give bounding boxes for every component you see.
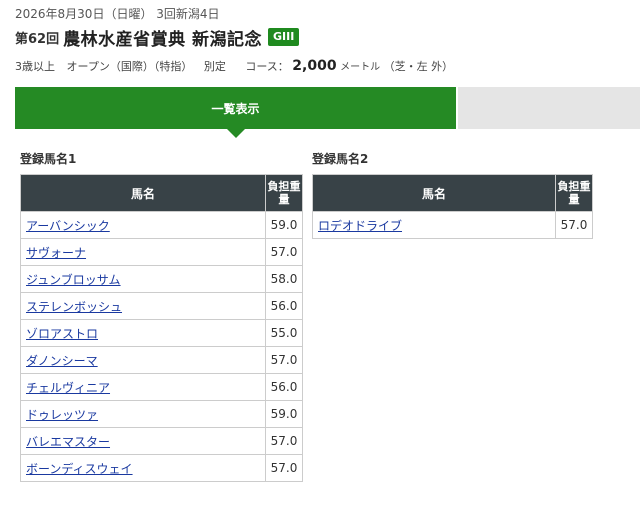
weight-cell: 56.0 — [265, 292, 303, 320]
weight-cell: 55.0 — [265, 319, 303, 347]
distance-unit: メートル — [340, 62, 381, 73]
horse-name-link[interactable]: バレエマスター — [26, 435, 110, 449]
horse-name-cell: チェルヴィニア — [20, 373, 266, 401]
weight-cell: 57.0 — [265, 238, 303, 266]
table-row: アーバンシック 59.0 — [20, 211, 303, 239]
horse-name-link[interactable]: チェルヴィニア — [26, 381, 110, 395]
weight-cell: 59.0 — [265, 211, 303, 239]
entry-table: 馬名 負担重量 ロデオドライブ 57.0 — [312, 174, 593, 239]
entry-group-2: 登録馬名2 馬名 負担重量 ロデオドライブ 57.0 — [312, 150, 593, 239]
horse-name-cell: バレエマスター — [20, 427, 266, 455]
horse-name-cell: ドゥレッツァ — [20, 400, 266, 428]
weight-cell: 59.0 — [265, 400, 303, 428]
entry-table: 馬名 負担重量 アーバンシック 59.0 サヴォーナ 57.0 ジュンブロッサム 58.0… — [20, 174, 303, 482]
horse-name-link[interactable]: ロデオドライブ — [318, 219, 402, 233]
table-row: サヴォーナ 57.0 — [20, 238, 303, 266]
horse-name-cell: ダノンシーマ — [20, 346, 266, 374]
table-row: バレエマスター 57.0 — [20, 427, 303, 455]
active-tab-pointer — [227, 129, 245, 138]
race-name: 農林水産省賞典 新潟記念 — [63, 29, 263, 50]
group-label: 登録馬名2 — [312, 152, 369, 166]
horse-name-link[interactable]: ステレンボッシュ — [26, 300, 122, 314]
horse-name-link[interactable]: ゾロアストロ — [26, 327, 98, 341]
view-tabs: 一覧表示 — [15, 87, 640, 138]
table-row: ボーンディスウェイ 57.0 — [20, 454, 303, 482]
horse-name-link[interactable]: ジュンブロッサム — [26, 273, 121, 287]
table-row: チェルヴィニア 56.0 — [20, 373, 303, 401]
open-class: オープン（国際）（特指） — [66, 60, 193, 73]
horse-name-cell: ゾロアストロ — [20, 319, 266, 347]
table-row: ジュンブロッサム 58.0 — [20, 265, 303, 293]
horse-name-cell: アーバンシック — [20, 211, 266, 239]
header-weight: 負担重量 — [265, 174, 303, 212]
race-conditions: 3歳以上 オープン（国際）（特指） 別定 コース： 2,000 メートル （芝・… — [15, 58, 453, 74]
group-label: 登録馬名1 — [20, 152, 77, 166]
header-horse-name: 馬名 — [20, 174, 266, 212]
weight-rule: 別定 — [203, 60, 226, 73]
tab-other-view[interactable] — [458, 87, 640, 129]
weight-cell: 57.0 — [265, 427, 303, 455]
weight-cell: 58.0 — [265, 265, 303, 293]
weight-cell: 56.0 — [265, 373, 303, 401]
table-row: ゾロアストロ 55.0 — [20, 319, 303, 347]
horse-name-link[interactable]: サヴォーナ — [26, 246, 86, 260]
table-row: ドゥレッツァ 59.0 — [20, 400, 303, 428]
table-row: ロデオドライブ 57.0 — [312, 211, 593, 239]
horse-name-link[interactable]: ドゥレッツァ — [26, 408, 98, 422]
tab-list-view-label: 一覧表示 — [211, 101, 260, 116]
tab-list-view[interactable]: 一覧表示 — [15, 87, 456, 129]
horse-name-cell: ボーンディスウェイ — [20, 454, 266, 482]
weight-cell: 57.0 — [265, 346, 303, 374]
header-weight: 負担重量 — [555, 174, 593, 212]
race-date: 2026年8月30日（日曜） 3回新潟4日 — [15, 7, 220, 21]
horse-name-cell: ジュンブロッサム — [20, 265, 266, 293]
course-label: コース： — [245, 60, 289, 73]
horse-name-cell: ロデオドライブ — [312, 211, 556, 239]
surface: （芝・左 外） — [383, 60, 454, 73]
table-row: ダノンシーマ 57.0 — [20, 346, 303, 374]
age-class: 3歳以上 — [15, 60, 55, 73]
entry-group-1: 登録馬名1 馬名 負担重量 アーバンシック 59.0 サヴォーナ 57.0 ジュンブロッ… — [20, 150, 303, 482]
horse-name-cell: サヴォーナ — [20, 238, 266, 266]
race-title: 第62回 農林水産省賞典 新潟記念 GIII — [15, 25, 300, 50]
horse-name-link[interactable]: ダノンシーマ — [26, 354, 98, 368]
horse-name-cell: ステレンボッシュ — [20, 292, 266, 320]
horse-name-link[interactable]: アーバンシック — [26, 219, 110, 233]
table-row: ステレンボッシュ 56.0 — [20, 292, 303, 320]
weight-cell: 57.0 — [555, 211, 593, 239]
horse-name-link[interactable]: ボーンディスウェイ — [26, 462, 133, 476]
header-horse-name: 馬名 — [312, 174, 556, 212]
grade-badge: GIII — [268, 28, 300, 46]
race-number: 第62回 — [15, 31, 60, 47]
weight-cell: 57.0 — [265, 454, 303, 482]
distance: 2,000 — [292, 58, 337, 74]
